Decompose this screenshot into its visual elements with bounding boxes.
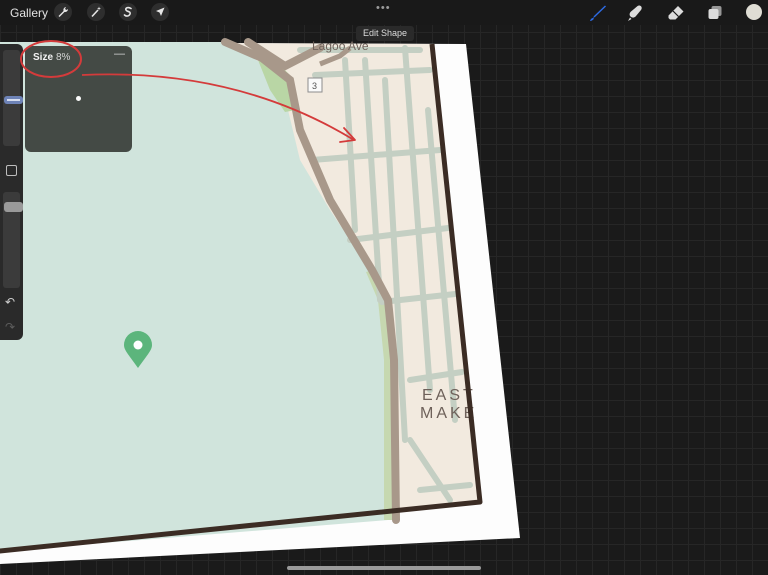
selection-icon (123, 6, 132, 17)
layers-icon (708, 6, 722, 19)
undo-button[interactable]: ↶ (5, 295, 15, 309)
transform-button[interactable] (151, 3, 169, 21)
home-indicator[interactable] (287, 566, 481, 570)
wrench-icon (58, 7, 69, 17)
size-popup-close-button[interactable]: — (114, 48, 125, 60)
eraser-icon (668, 6, 684, 20)
smudge-button[interactable] (626, 3, 646, 23)
left-sidebar: ↶ ↷ (0, 44, 23, 340)
redo-button[interactable]: ↷ (5, 320, 15, 334)
transform-arrow-icon (156, 7, 165, 16)
size-value: 8% (56, 52, 71, 63)
layers-button[interactable] (705, 3, 725, 23)
brush-size-preview (76, 96, 81, 101)
brush-size-slider[interactable] (3, 50, 23, 146)
more-options-button[interactable]: ••• (376, 2, 391, 14)
gallery-button[interactable]: Gallery (10, 6, 48, 20)
top-toolbar: Gallery ••• (0, 0, 768, 25)
brush-icon (590, 5, 606, 21)
eraser-button[interactable] (666, 3, 686, 23)
brush-button[interactable] (588, 3, 608, 23)
modify-button[interactable] (6, 165, 17, 176)
size-label: Size (33, 52, 54, 63)
adjustments-button[interactable] (87, 3, 105, 21)
selection-button[interactable] (119, 3, 137, 21)
brush-size-thumb[interactable] (4, 96, 23, 104)
brush-size-popup: Size 8% — (25, 46, 132, 152)
smudge-icon (628, 5, 642, 21)
opacity-thumb[interactable] (4, 202, 23, 212)
magic-wand-icon (91, 6, 101, 18)
actions-button[interactable] (54, 3, 72, 21)
route-shield-number: 3 (312, 81, 317, 91)
color-picker-button[interactable] (746, 4, 762, 20)
street-label: Lagoo Ave (312, 39, 369, 53)
edit-shape-button[interactable]: Edit Shape (356, 26, 415, 41)
opacity-slider[interactable] (3, 192, 23, 288)
